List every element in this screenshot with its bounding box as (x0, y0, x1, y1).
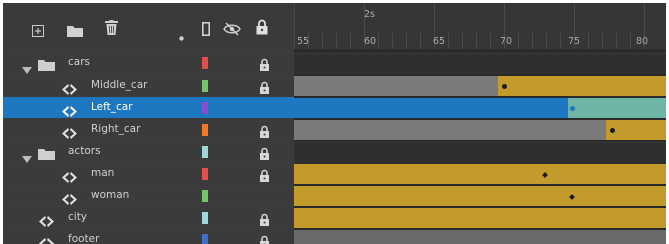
layers-toolbar (3, 3, 294, 49)
ruler-frame-label: 80 (636, 36, 649, 47)
layer-lock-icon[interactable] (259, 167, 270, 182)
track-middle-car[interactable] (294, 75, 666, 96)
layer-lock-icon[interactable] (259, 211, 270, 226)
new-layer-icon[interactable] (32, 22, 44, 41)
layer-row-left-car[interactable]: Left_car (3, 97, 294, 118)
layer-name: Middle_car (91, 79, 148, 91)
track-cars[interactable] (294, 52, 666, 74)
folder-frames (294, 142, 666, 163)
visibility-icon[interactable] (223, 21, 241, 40)
layer-lock-icon[interactable] (259, 123, 270, 138)
layer-row-right-car[interactable]: Right_car (3, 119, 294, 140)
layer-name: woman (91, 189, 130, 201)
layer-row-middle-car[interactable]: Middle_car (3, 75, 294, 96)
track-right-car[interactable] (294, 119, 666, 140)
layer-row-cars[interactable]: cars (3, 52, 294, 75)
time-ruler[interactable]: 2s 55 60 65 70 75 80 (294, 3, 666, 49)
layer-color-chip (202, 168, 208, 180)
layer-color-chip (202, 80, 208, 92)
folder-icon (38, 56, 55, 75)
layer-lock-icon[interactable] (259, 145, 270, 160)
tween-span[interactable] (294, 164, 666, 184)
frame-span[interactable] (294, 230, 666, 244)
trash-icon[interactable] (105, 20, 118, 39)
new-folder-icon[interactable] (67, 22, 83, 41)
layer-color-chip (202, 234, 208, 244)
layer-row-city[interactable]: city (3, 207, 294, 228)
track-left-car[interactable] (294, 97, 666, 118)
layer-color-chip (202, 124, 208, 136)
timeline-panel: cars Middle_car Left_car Right_car actor… (3, 3, 666, 244)
tween-span[interactable] (568, 98, 666, 118)
layer-lock-icon[interactable] (259, 79, 270, 94)
layer-name: city (68, 211, 88, 223)
keyframe-marker[interactable] (610, 128, 615, 133)
track-man[interactable] (294, 163, 666, 184)
tween-span[interactable] (606, 120, 666, 140)
ruler-ticks (294, 3, 645, 49)
frame-span[interactable] (294, 98, 568, 118)
layer-name: man (91, 167, 115, 179)
layer-row-man[interactable]: man (3, 163, 294, 184)
layers-panel: cars Middle_car Left_car Right_car actor… (3, 3, 294, 244)
track-footer[interactable] (294, 229, 666, 244)
layer-color-chip (202, 57, 208, 69)
keyframe-marker[interactable] (502, 84, 507, 89)
frame-span[interactable] (294, 76, 498, 96)
layer-row-woman[interactable]: woman (3, 185, 294, 206)
track-woman[interactable] (294, 185, 666, 206)
layer-name: Left_car (91, 101, 133, 113)
motion-tween-icon (39, 234, 54, 244)
layer-name: footer (68, 233, 100, 244)
layer-lock-icon[interactable] (259, 56, 270, 71)
track-actors[interactable] (294, 141, 666, 163)
lock-icon[interactable] (256, 19, 268, 39)
layer-color-chip (202, 190, 208, 202)
ruler-frame-label: 55 (297, 36, 310, 47)
layer-color-chip (202, 102, 208, 114)
ruler-seconds-label: 2s (364, 9, 375, 20)
track-city[interactable] (294, 207, 666, 228)
dot-icon[interactable] (179, 26, 184, 45)
ruler-frame-label: 75 (568, 36, 581, 47)
ruler-frame-label: 60 (364, 36, 377, 47)
frames-area[interactable]: 2s 55 60 65 70 75 80 (294, 3, 666, 244)
keyframe-marker[interactable] (570, 106, 575, 111)
layer-row-actors[interactable]: actors (3, 141, 294, 164)
ruler-frame-label: 70 (500, 36, 513, 47)
tween-span[interactable] (294, 208, 666, 228)
ruler-frame-label: 65 (433, 36, 446, 47)
tween-span[interactable] (498, 76, 666, 96)
folder-frames (294, 53, 666, 74)
layer-row-footer[interactable]: footer (3, 229, 294, 244)
layer-lock-icon[interactable] (259, 233, 270, 244)
tween-span[interactable] (294, 186, 666, 206)
layer-name: actors (68, 145, 101, 157)
folder-icon (38, 145, 55, 164)
layer-color-chip (202, 146, 208, 158)
layer-color-chip (202, 212, 208, 224)
frame-span[interactable] (294, 120, 606, 140)
outline-icon[interactable] (202, 21, 211, 40)
layer-name: cars (68, 56, 90, 68)
layer-name: Right_car (91, 123, 141, 135)
